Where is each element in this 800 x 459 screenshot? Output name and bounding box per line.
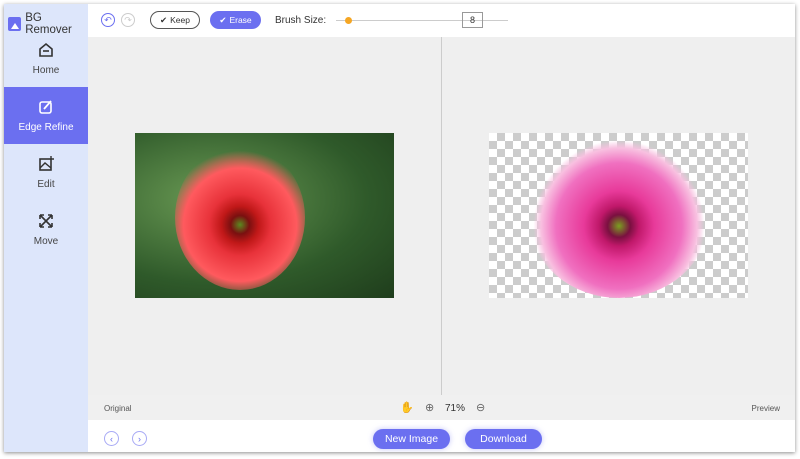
edit-square-icon (39, 100, 52, 114)
preview-image (489, 133, 748, 298)
sidebar-item-label: Move (33, 236, 59, 247)
canvas-area (88, 37, 795, 395)
next-button[interactable]: › (132, 431, 147, 446)
prev-button[interactable]: ‹ (104, 431, 119, 446)
split-divider[interactable] (441, 37, 442, 395)
sidebar: BG Remover Home Edge Refine Edit Move (4, 4, 88, 452)
original-image (135, 133, 394, 298)
status-bar: Original ✋ ⊕ 71% ⊖ Preview (88, 395, 795, 420)
zoom-level: 71% (445, 403, 466, 414)
app-window: BG Remover Home Edge Refine Edit Move ↶ … (4, 4, 795, 452)
toolbar: ↶ ↷ ✔ Keep ✔ Erase Brush Size: 8 (88, 4, 795, 37)
redo-button[interactable]: ↷ (121, 13, 135, 27)
image-crop-icon (39, 156, 54, 171)
sidebar-item-label: Edit (37, 179, 55, 190)
sidebar-item-label: Home (32, 65, 60, 76)
eraser-icon: ✔ (219, 14, 227, 25)
sidebar-item-home[interactable]: Home (4, 30, 88, 87)
zoom-out-icon[interactable]: ⊖ (476, 401, 485, 414)
keep-label: Keep (170, 15, 190, 25)
keep-button[interactable]: ✔ Keep (150, 11, 200, 29)
preview-label: Preview (751, 404, 780, 413)
erase-button[interactable]: ✔ Erase (210, 11, 261, 29)
brush-size-input[interactable]: 8 (462, 12, 483, 28)
download-button[interactable]: Download (465, 429, 542, 449)
zoom-in-icon[interactable]: ⊕ (425, 401, 434, 414)
sidebar-item-edit[interactable]: Edit (4, 144, 88, 201)
home-icon (39, 42, 53, 57)
brush-icon: ✔ (160, 14, 168, 25)
undo-button[interactable]: ↶ (101, 13, 115, 27)
footer: ‹ › New Image Download (88, 420, 795, 452)
original-label: Original (104, 404, 132, 413)
sidebar-item-label: Edge Refine (18, 122, 74, 133)
sidebar-item-edge-refine[interactable]: Edge Refine (4, 87, 88, 144)
hand-pan-icon[interactable]: ✋ (400, 401, 414, 414)
new-image-button[interactable]: New Image (373, 429, 450, 449)
erase-label: Erase (229, 15, 252, 25)
slider-knob[interactable] (344, 17, 352, 24)
logo-icon (8, 17, 22, 31)
move-arrows-icon (39, 214, 53, 228)
sidebar-item-move[interactable]: Move (4, 201, 88, 258)
brush-size-label: Brush Size: (275, 15, 327, 26)
